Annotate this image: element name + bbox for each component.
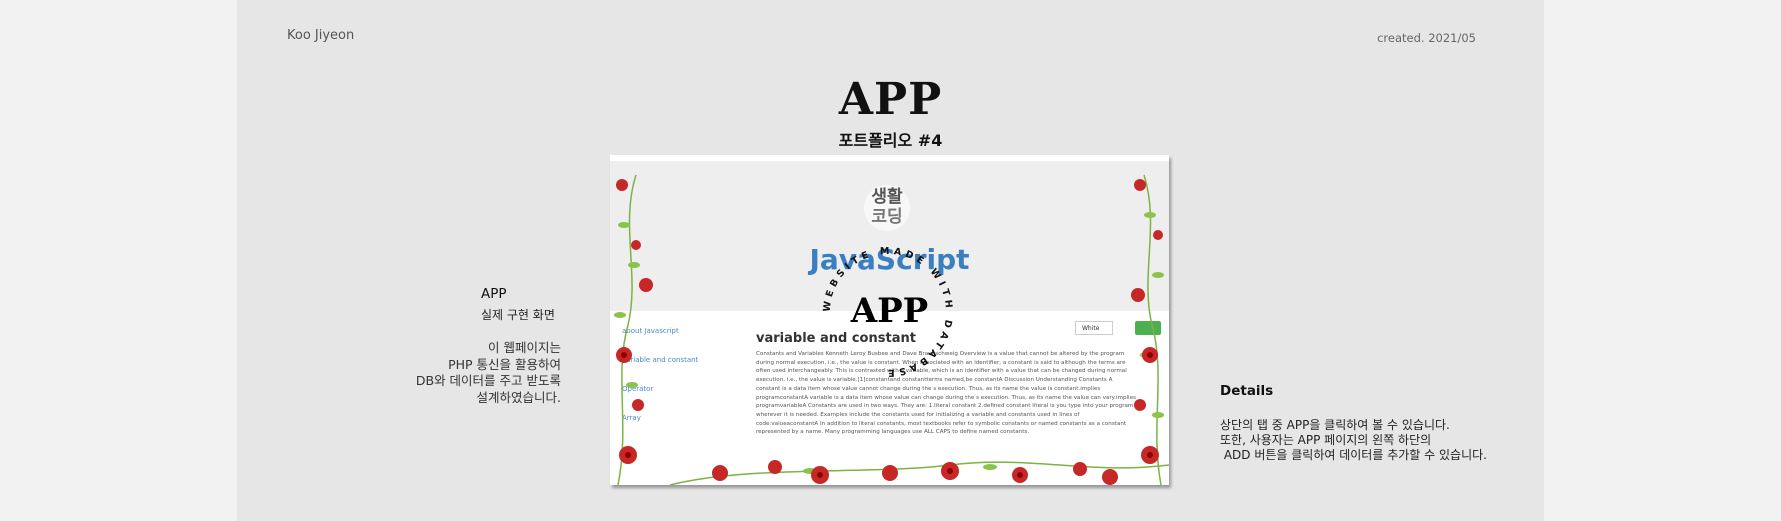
app-stamp-label: APP — [850, 291, 929, 331]
details-line: 상단의 탭 중 APP을 클릭하여 볼 수 있습니다. — [1220, 418, 1450, 432]
left-description-line: 이 웹페이지는 — [488, 340, 561, 355]
app-screenshot: 생활 코딩 JavaScript about Javascript variab… — [610, 155, 1169, 485]
page-title: APP — [838, 74, 943, 125]
details-line: ADD 버튼을 클릭하여 데이터를 추가할 수 있습니다. — [1220, 448, 1487, 462]
left-description-line: DB와 데이터를 주고 받도록 — [415, 373, 561, 388]
details-line: 또한, 사용자는 APP 페이지의 왼쪽 하단의 — [1220, 433, 1432, 447]
left-description: 이 웹페이지는 PHP 통신을 활용하여 DB와 데이터를 주고 받도록 설계하… — [341, 340, 561, 406]
left-heading: APP — [481, 286, 507, 302]
left-caption: APP 실제 구현 화면 — [481, 286, 555, 323]
left-subheading: 실제 구현 화면 — [481, 308, 555, 322]
left-description-line: PHP 통신을 활용하여 — [448, 356, 561, 372]
page-subtitle: 포트폴리오 #4 — [838, 131, 943, 150]
details-heading: Details — [1220, 383, 1274, 399]
author-name: Koo Jiyeon — [287, 28, 355, 43]
details-text: 상단의 탭 중 APP을 클릭하여 볼 수 있습니다. 또한, 사용자는 APP… — [1220, 418, 1487, 463]
left-description-line: 설계하였습니다. — [476, 389, 561, 405]
created-date: created. 2021/05 — [1377, 31, 1476, 45]
